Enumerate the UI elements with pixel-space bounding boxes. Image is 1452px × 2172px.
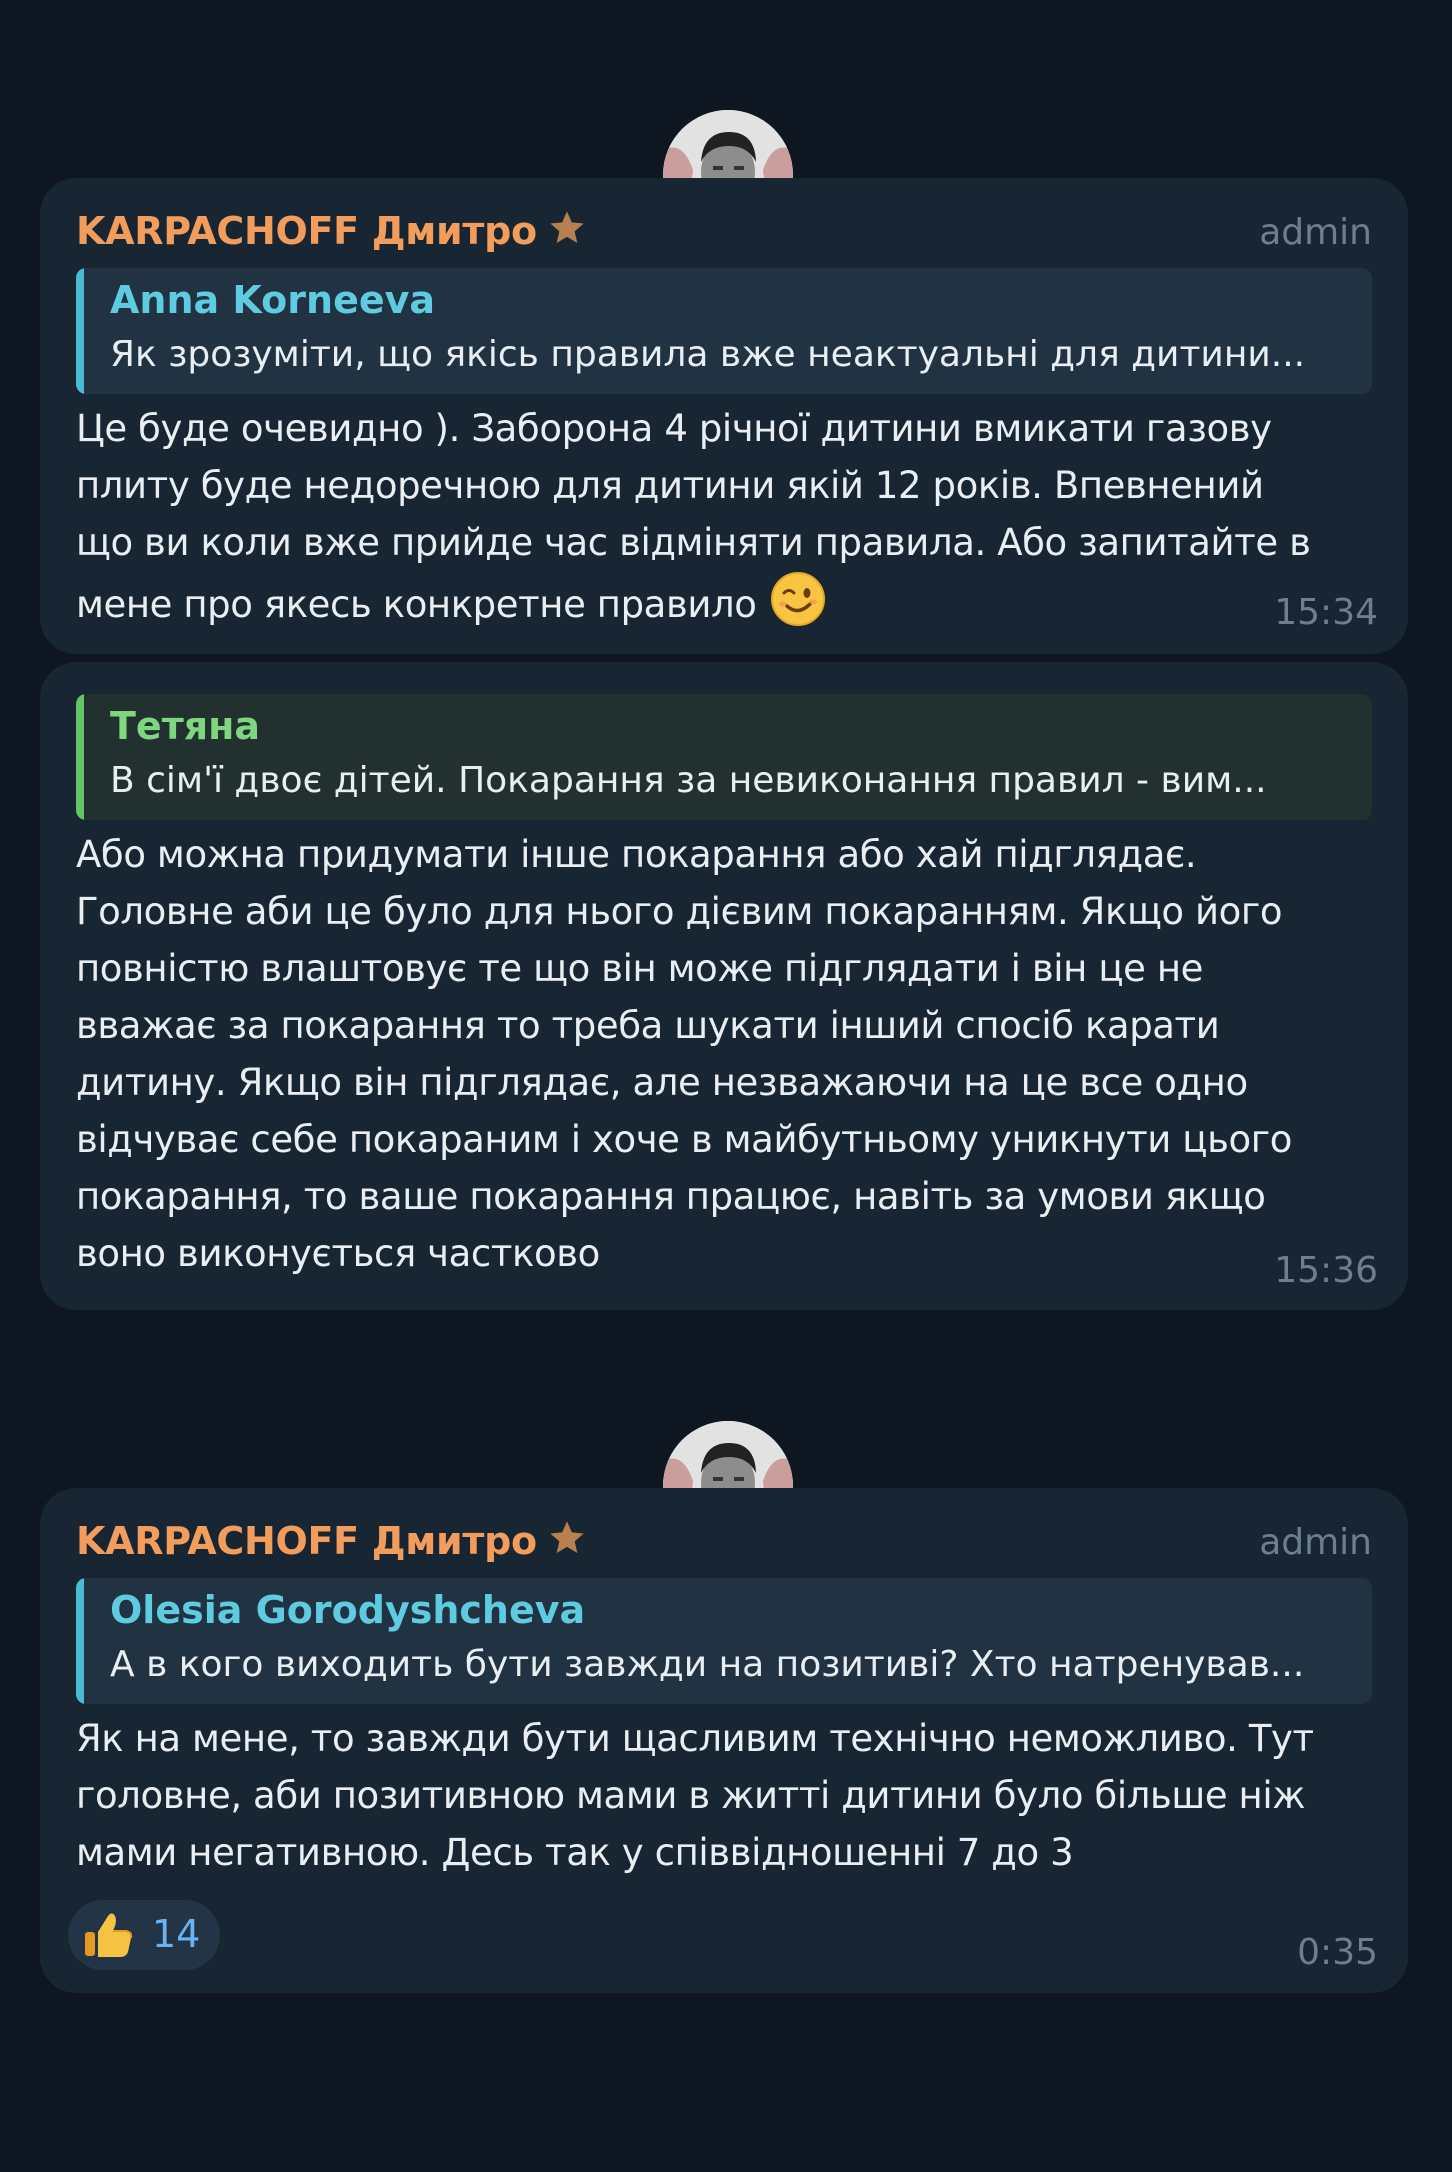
reply-quote[interactable]: Olesia Gorodyshcheva А в кого виходить б… bbox=[76, 1578, 1372, 1704]
message-bubble[interactable]: KARPACHOFF Дмитро admin Olesia Gorodyshc… bbox=[40, 1488, 1408, 1993]
message-text: Або можна придумати інше покарання або х… bbox=[76, 826, 1372, 1282]
author-name-text: KARPACHOFF Дмитро bbox=[76, 209, 537, 253]
message-line: головне, аби позитивною мами в житті дит… bbox=[76, 1774, 1306, 1817]
message-line: відчуває себе покараним і хоче в майбутн… bbox=[76, 1118, 1293, 1161]
message-header: KARPACHOFF Дмитро admin bbox=[76, 208, 1372, 258]
message-time: 0:35 bbox=[1297, 1932, 1378, 1973]
role-badge: admin bbox=[1259, 1522, 1372, 1563]
message-text: Це буде очевидно ). Заборона 4 річної ди… bbox=[76, 400, 1372, 633]
message-line: покарання, то ваше покарання працює, нав… bbox=[76, 1175, 1266, 1218]
message-line: що ви коли вже прийде час відміняти прав… bbox=[76, 521, 1311, 564]
message-line: дитину. Якщо він підглядає, але незважаю… bbox=[76, 1061, 1248, 1104]
message-bubble[interactable]: Тетяна В сім'ї двоє дітей. Покарання за … bbox=[40, 662, 1408, 1310]
message-line: воно виконується частково bbox=[76, 1232, 600, 1275]
reply-quote[interactable]: Тетяна В сім'ї двоє дітей. Покарання за … bbox=[76, 694, 1372, 820]
reply-author: Тетяна bbox=[110, 704, 261, 748]
star-icon bbox=[550, 1521, 584, 1553]
message-line: Як на мене, то завжди бути щасливим техн… bbox=[76, 1717, 1314, 1760]
message-line: Це буде очевидно ). Заборона 4 річної ди… bbox=[76, 407, 1272, 450]
message-bubble[interactable]: KARPACHOFF Дмитро admin Anna Korneeva Як… bbox=[40, 178, 1408, 654]
message-line-text: мене про якесь конкретне правило bbox=[76, 583, 757, 626]
author-name[interactable]: KARPACHOFF Дмитро bbox=[76, 1518, 587, 1563]
message-header: KARPACHOFF Дмитро admin bbox=[76, 1518, 1372, 1568]
author-name[interactable]: KARPACHOFF Дмитро bbox=[76, 208, 587, 253]
reply-bar bbox=[76, 268, 84, 394]
message-line: плиту буде недоречною для дитини якій 12… bbox=[76, 464, 1264, 507]
message-line: Головне аби це було для нього дієвим пок… bbox=[76, 890, 1283, 933]
reaction-count: 14 bbox=[152, 1912, 201, 1956]
message-line: мами негативною. Десь так у співвідношен… bbox=[76, 1831, 1074, 1874]
author-name-text: KARPACHOFF Дмитро bbox=[76, 1519, 537, 1563]
message-line: повністю влаштовує те що він може підгля… bbox=[76, 947, 1203, 990]
reply-text: Як зрозуміти, що якісь правила вже неакт… bbox=[110, 334, 1306, 375]
message-text: Як на мене, то завжди бути щасливим техн… bbox=[76, 1710, 1372, 1881]
reply-author: Anna Korneeva bbox=[110, 278, 436, 322]
role-badge: admin bbox=[1259, 212, 1372, 253]
message-line: Або можна придумати інше покарання або х… bbox=[76, 833, 1197, 876]
message-time: 15:36 bbox=[1274, 1250, 1378, 1291]
thumbs-up-icon bbox=[85, 1913, 133, 1957]
message-time: 15:34 bbox=[1274, 592, 1378, 633]
reply-quote[interactable]: Anna Korneeva Як зрозуміти, що якісь пра… bbox=[76, 268, 1372, 394]
reply-bar bbox=[76, 1578, 84, 1704]
star-icon bbox=[550, 211, 584, 243]
reply-text: В сім'ї двоє дітей. Покарання за невикон… bbox=[110, 760, 1267, 801]
reply-bar bbox=[76, 694, 84, 820]
message-line: вважає за покарання то треба шукати інши… bbox=[76, 1004, 1220, 1047]
reply-text: А в кого виходить бути завжди на позитив… bbox=[110, 1644, 1305, 1685]
wink-emoji bbox=[771, 572, 826, 626]
message-line-last: мене про якесь конкретне правило bbox=[76, 571, 1372, 633]
reaction-chip[interactable]: 14 bbox=[68, 1900, 220, 1970]
reply-author: Olesia Gorodyshcheva bbox=[110, 1588, 586, 1632]
